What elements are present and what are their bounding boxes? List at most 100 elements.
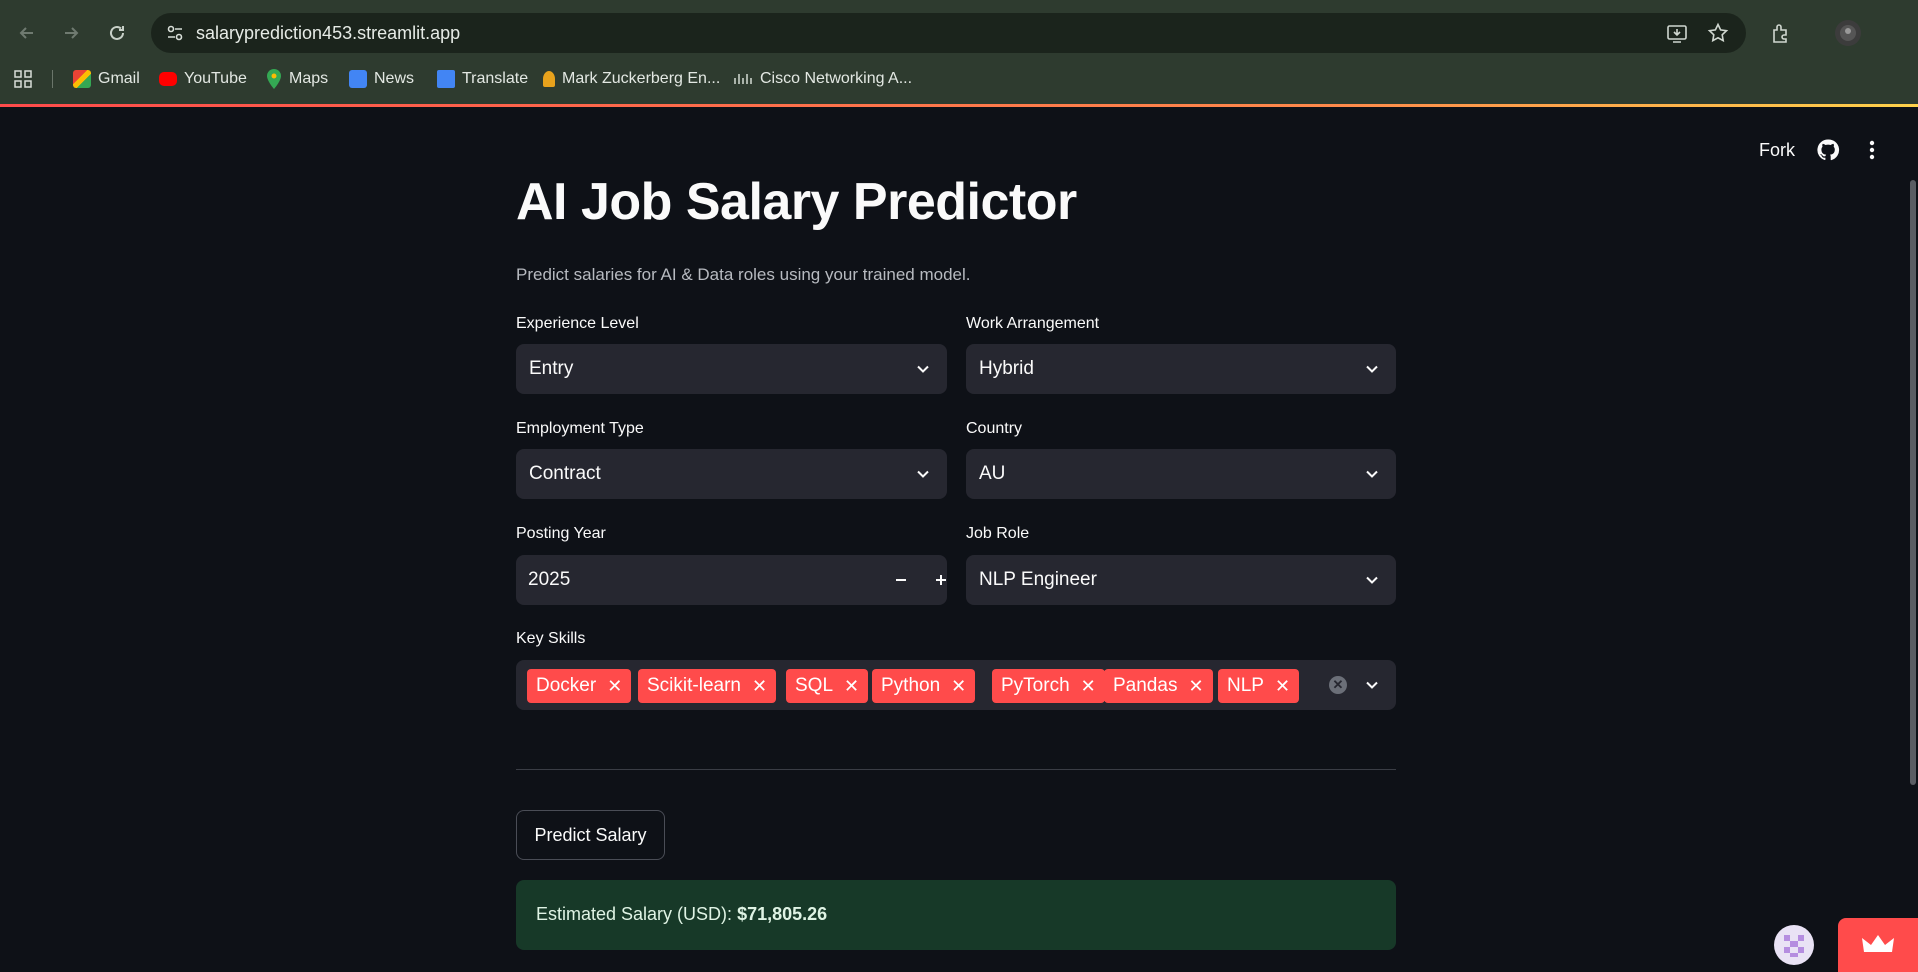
reload-button[interactable]	[101, 17, 133, 49]
bookmark-youtube[interactable]: YouTube	[159, 67, 247, 91]
job-role-label: Job Role	[966, 525, 1030, 542]
skill-tag-scikit-learn[interactable]: Scikit-learn ✕	[638, 669, 777, 703]
install-app-icon[interactable]	[1664, 20, 1690, 46]
browser-chrome: salaryprediction453.streamlit.app Gmail …	[0, 0, 1918, 106]
job-role-value: NLP Engineer	[979, 569, 1097, 590]
pixel-avatar-icon	[1784, 935, 1804, 957]
skill-tag-label: Pandas	[1113, 675, 1178, 696]
remove-tag-icon[interactable]: ✕	[1275, 676, 1290, 697]
employment-type-select[interactable]: Contract	[516, 449, 947, 499]
employment-type-value: Contract	[529, 463, 601, 484]
reload-icon	[110, 25, 124, 40]
key-skills-multiselect[interactable]: Docker ✕ Scikit-learn ✕ SQL ✕ Python ✕ P…	[516, 660, 1396, 710]
skill-tag-label: SQL	[795, 675, 834, 696]
skill-tag-nlp[interactable]: NLP ✕	[1218, 669, 1300, 703]
page-title: AI Job Salary Predictor	[516, 173, 1077, 231]
salary-result-text: Estimated Salary (USD): $71,805.26	[536, 904, 827, 925]
experience-level-value: Entry	[529, 358, 574, 379]
clear-all-icon[interactable]: ✕	[1329, 676, 1347, 694]
maps-icon	[267, 69, 281, 89]
url-text[interactable]: salaryprediction453.streamlit.app	[196, 23, 460, 44]
viewer-avatar[interactable]	[1774, 925, 1814, 965]
posting-year-input[interactable]: 2025	[516, 555, 947, 605]
gmail-icon	[73, 70, 91, 88]
header-accent-line	[0, 104, 1918, 107]
minus-icon	[896, 579, 906, 581]
arrow-left-icon	[19, 27, 33, 39]
address-bar[interactable]: salaryprediction453.streamlit.app	[151, 13, 1746, 53]
posting-year-value[interactable]: 2025	[528, 569, 570, 591]
bookmark-news[interactable]: News	[349, 67, 414, 91]
experience-level-label: Experience Level	[516, 315, 639, 332]
remove-tag-icon[interactable]: ✕	[607, 676, 622, 697]
experience-level-select[interactable]: Entry	[516, 344, 947, 394]
bookmark-label: YouTube	[184, 70, 247, 87]
year-decrement-button[interactable]	[886, 565, 916, 595]
remove-tag-icon[interactable]: ✕	[844, 676, 859, 697]
page-scrollbar[interactable]	[1910, 180, 1916, 785]
year-increment-button[interactable]	[926, 565, 956, 595]
bookmark-mark-zuckerberg[interactable]: Mark Zuckerberg En...	[543, 67, 720, 91]
profile-icon	[1840, 25, 1856, 41]
back-button[interactable]	[11, 17, 43, 49]
skill-tag-pandas[interactable]: Pandas ✕	[1104, 669, 1213, 703]
crown-icon	[1862, 935, 1894, 952]
skill-tag-python[interactable]: Python ✕	[872, 669, 976, 703]
bookmark-cisco[interactable]: Cisco Networking A...	[733, 67, 912, 91]
skill-tag-label: Python	[881, 675, 941, 696]
news-icon	[349, 70, 367, 88]
country-label: Country	[966, 420, 1023, 437]
chevron-down-icon	[1366, 470, 1378, 478]
work-arrangement-value: Hybrid	[979, 358, 1034, 379]
bookmark-translate[interactable]: Translate	[437, 67, 528, 91]
bookmark-label: Mark Zuckerberg En...	[562, 70, 721, 87]
posting-year-label: Posting Year	[516, 525, 606, 542]
remove-tag-icon[interactable]: ✕	[1081, 676, 1096, 697]
country-value: AU	[979, 463, 1006, 484]
arrow-right-icon	[65, 27, 79, 39]
apps-grid-icon[interactable]	[14, 67, 32, 91]
skill-tag-sql[interactable]: SQL ✕	[786, 669, 869, 703]
chevron-down-icon	[917, 470, 929, 478]
skill-tag-label: Scikit-learn	[647, 675, 741, 696]
youtube-icon	[159, 72, 177, 86]
extensions-icon[interactable]	[1768, 20, 1794, 46]
chevron-down-icon[interactable]	[1364, 677, 1380, 693]
country-select[interactable]: AU	[966, 449, 1396, 499]
predict-salary-button[interactable]: Predict Salary	[516, 810, 665, 860]
bookmarks-divider	[52, 70, 53, 88]
site-info-icon[interactable]	[165, 23, 185, 43]
skill-tag-docker[interactable]: Docker ✕	[527, 669, 632, 703]
main-menu-icon[interactable]	[1862, 138, 1882, 162]
bookmark-star-icon[interactable]	[1705, 20, 1731, 46]
remove-tag-icon[interactable]: ✕	[1188, 676, 1203, 697]
bookmark-label: Maps	[289, 70, 329, 87]
key-skills-label: Key Skills	[516, 630, 586, 647]
remove-tag-icon[interactable]: ✕	[752, 676, 767, 697]
forward-button[interactable]	[55, 17, 87, 49]
bookmark-maps[interactable]: Maps	[266, 67, 328, 91]
work-arrangement-label: Work Arrangement	[966, 315, 1100, 332]
work-arrangement-select[interactable]: Hybrid	[966, 344, 1396, 394]
streamlit-badge-button[interactable]	[1838, 918, 1918, 972]
employment-type-label: Employment Type	[516, 420, 644, 437]
plus-icon	[936, 575, 946, 585]
chevron-down-icon	[1366, 365, 1378, 373]
cisco-icon	[734, 74, 752, 84]
bookmark-label: Gmail	[98, 70, 140, 87]
bookmark-label: News	[374, 70, 415, 87]
skill-tag-label: PyTorch	[1001, 675, 1070, 696]
job-role-select[interactable]: NLP Engineer	[966, 555, 1396, 605]
remove-tag-icon[interactable]: ✕	[951, 676, 966, 697]
chevron-down-icon	[917, 365, 929, 373]
bookmark-gmail[interactable]: Gmail	[73, 67, 140, 91]
page-subtitle: Predict salaries for AI & Data roles usi…	[516, 265, 971, 284]
salary-amount: $71,805.26	[737, 904, 828, 924]
bookmarks-bar: Gmail YouTube Maps News Translate Mark Z…	[0, 64, 1918, 94]
bookmark-label: Cisco Networking A...	[760, 70, 913, 87]
skill-tag-pytorch[interactable]: PyTorch ✕	[992, 669, 1105, 703]
salary-result-prefix: Estimated Salary (USD):	[536, 904, 733, 924]
fork-button[interactable]: Fork	[1759, 140, 1795, 161]
profile-avatar[interactable]	[1835, 20, 1861, 46]
github-icon[interactable]	[1816, 138, 1840, 162]
